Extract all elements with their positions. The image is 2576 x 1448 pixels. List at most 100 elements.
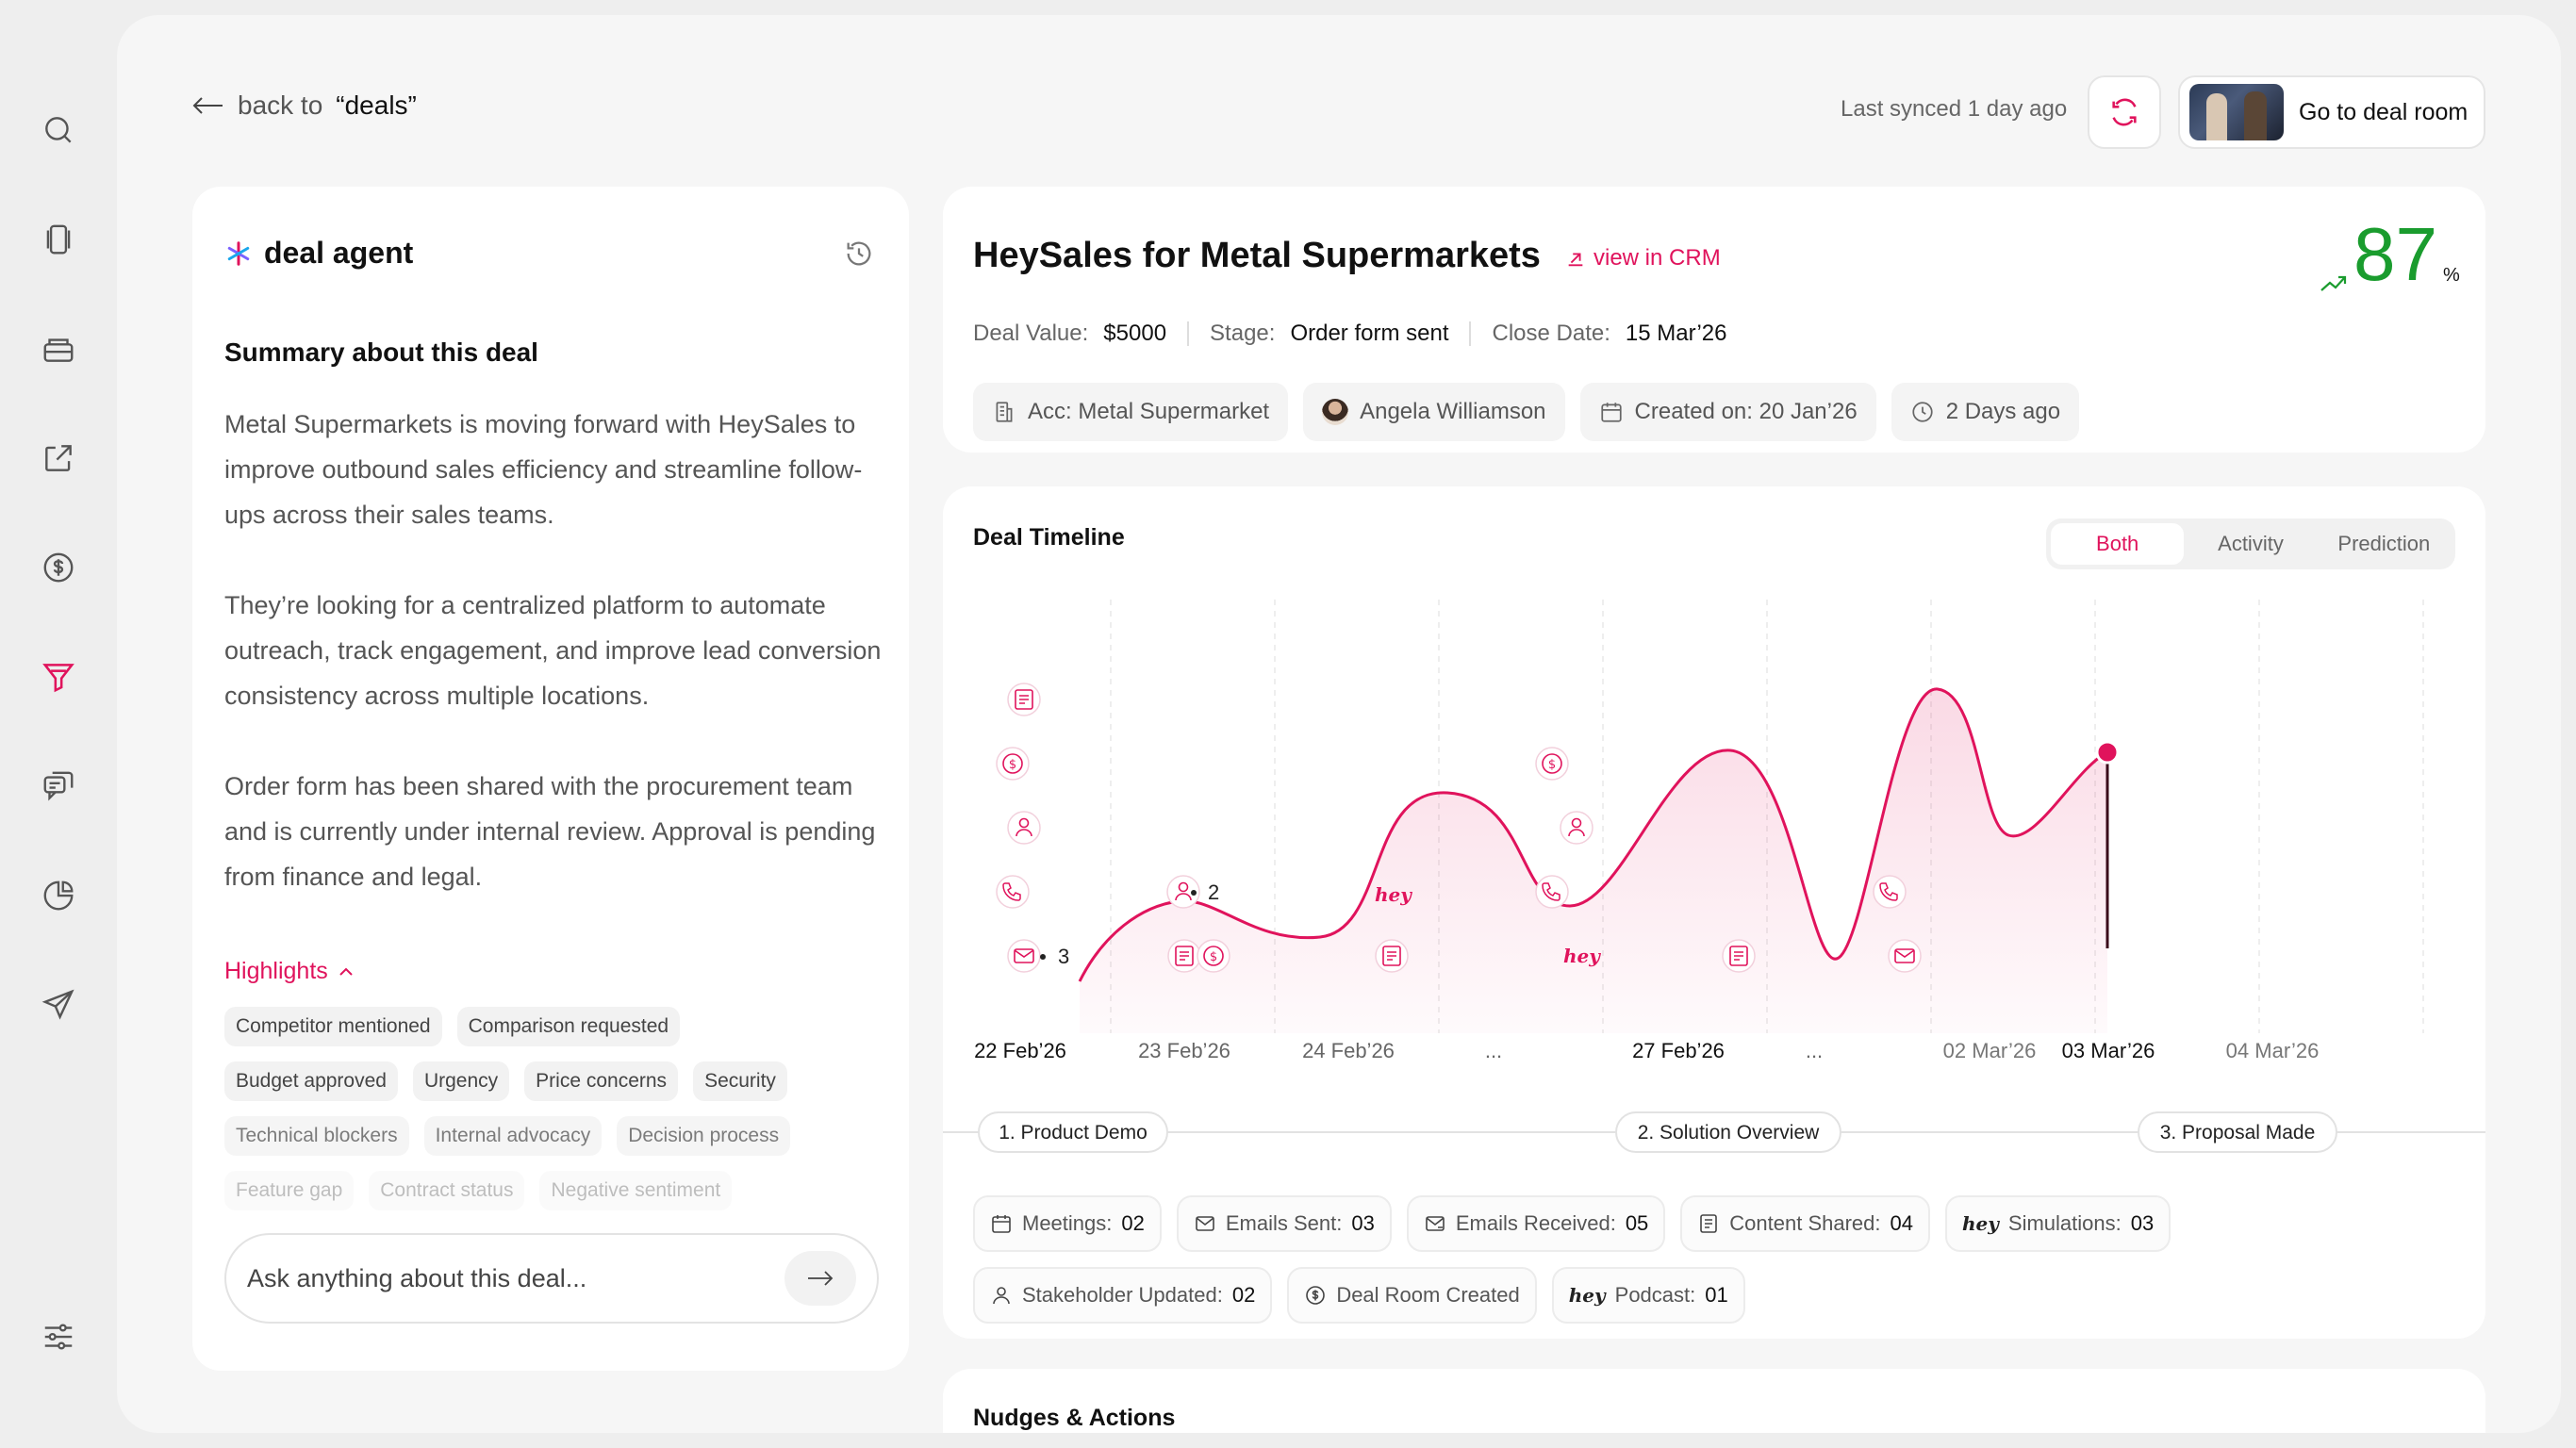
timeline-date[interactable]: 02 Mar’26 bbox=[1943, 1039, 2037, 1062]
share-icon[interactable] bbox=[36, 436, 81, 481]
timeline-date[interactable]: 27 Feb’26 bbox=[1632, 1039, 1725, 1062]
highlight-tag[interactable]: Competitor mentioned bbox=[224, 1007, 442, 1046]
history-icon[interactable] bbox=[843, 238, 875, 270]
timeline-date-ellipsis: ... bbox=[1806, 1039, 1823, 1062]
stat-podcast[interactable]: hey Podcast: 01 bbox=[1551, 1267, 1745, 1324]
timeline-date[interactable]: 22 Feb’26 bbox=[974, 1039, 1066, 1062]
account-chip-label: Acc: Metal Supermarket bbox=[1028, 399, 1270, 424]
created-chip-label: Created on: 20 Jan’26 bbox=[1634, 399, 1858, 424]
ask-send-button[interactable] bbox=[784, 1251, 856, 1306]
stage-label[interactable]: 3. Proposal Made bbox=[2160, 1122, 2316, 1144]
hey-activity-icon[interactable]: hey bbox=[1375, 883, 1412, 906]
cards-icon[interactable] bbox=[36, 217, 81, 262]
activity-person-icon[interactable] bbox=[1560, 811, 1593, 845]
highlight-tag[interactable]: Technical blockers bbox=[224, 1116, 409, 1156]
stat-content-shared[interactable]: Content Shared: 04 bbox=[1680, 1195, 1931, 1252]
stat-stakeholder-updated[interactable]: Stakeholder Updated: 02 bbox=[973, 1267, 1273, 1324]
hey-icon: hey bbox=[1568, 1284, 1606, 1307]
stat-value: 03 bbox=[2130, 1211, 2155, 1235]
highlight-tag[interactable]: Decision process bbox=[617, 1116, 791, 1156]
highlight-tag[interactable]: Negative sentiment bbox=[539, 1171, 733, 1210]
highlight-tag[interactable]: Security bbox=[693, 1061, 787, 1101]
highlight-tag[interactable]: Urgency bbox=[412, 1061, 510, 1101]
summary-paragraph: They’re looking for a centralized platfo… bbox=[224, 591, 882, 710]
activity-mail-icon[interactable] bbox=[1007, 939, 1041, 973]
activity-document-icon[interactable] bbox=[1375, 939, 1409, 973]
nudges-actions-card: Nudges & Actions bbox=[943, 1369, 2485, 1433]
deal-score-value: 87 bbox=[2353, 212, 2437, 296]
activity-person-icon[interactable] bbox=[1007, 811, 1041, 845]
stat-emails-received[interactable]: Emails Received: 05 bbox=[1406, 1195, 1666, 1252]
stage-label[interactable]: 2. Solution Overview bbox=[1638, 1122, 1820, 1144]
highlight-tag[interactable]: Budget approved bbox=[224, 1061, 398, 1101]
inbox-icon[interactable] bbox=[36, 326, 81, 371]
stat-value: 05 bbox=[1625, 1211, 1649, 1235]
sync-button[interactable] bbox=[2088, 75, 2161, 149]
activity-document-icon[interactable] bbox=[1007, 683, 1041, 716]
highlight-tag[interactable]: Internal advocacy bbox=[423, 1116, 603, 1156]
view-in-crm-link[interactable]: view in CRM bbox=[1565, 245, 1721, 272]
arrow-left-icon bbox=[192, 97, 223, 114]
funnel-icon[interactable] bbox=[36, 654, 81, 699]
activity-phone-icon[interactable] bbox=[1535, 875, 1569, 909]
arrow-right-icon bbox=[808, 1271, 834, 1286]
stat-emails-sent[interactable]: Emails Sent: 03 bbox=[1176, 1195, 1392, 1252]
dollar-icon bbox=[1306, 1286, 1326, 1305]
highlights-toggle[interactable]: Highlights bbox=[224, 958, 355, 985]
activity-dollar-icon[interactable] bbox=[1535, 747, 1569, 781]
ask-agent-input[interactable] bbox=[247, 1263, 775, 1293]
activity-phone-icon[interactable] bbox=[996, 875, 1030, 909]
timeline-date-ellipsis: ... bbox=[1485, 1039, 1502, 1062]
summary-paragraph: Metal Supermarkets is moving forward wit… bbox=[224, 410, 863, 529]
mail-sent-icon bbox=[1196, 1216, 1214, 1231]
highlight-tag[interactable]: Feature gap bbox=[224, 1171, 355, 1210]
dollar-icon[interactable] bbox=[36, 545, 81, 590]
highlight-tag[interactable]: Comparison requested bbox=[456, 1007, 681, 1046]
analytics-icon[interactable] bbox=[36, 873, 81, 918]
timeline-date-active[interactable]: 03 Mar’26 bbox=[2062, 1039, 2155, 1062]
timeline-date[interactable]: 04 Mar’26 bbox=[2226, 1039, 2320, 1062]
chat-icon[interactable] bbox=[36, 764, 81, 809]
timeline-date[interactable]: 23 Feb’26 bbox=[1138, 1039, 1230, 1062]
activity-dollar-icon[interactable] bbox=[996, 747, 1030, 781]
back-to-deals-link[interactable]: back to “deals” bbox=[192, 90, 417, 121]
deal-value: $5000 bbox=[1103, 321, 1167, 346]
send-icon[interactable] bbox=[36, 982, 81, 1028]
deal-title: HeySales for Metal Supermarkets bbox=[973, 236, 1541, 275]
deal-score-unit: % bbox=[2442, 265, 2460, 286]
main-window: back to “deals” Last synced 1 day ago Go… bbox=[117, 15, 2561, 1433]
deal-stage: Order form sent bbox=[1290, 321, 1449, 346]
stat-label: Podcast: bbox=[1614, 1283, 1696, 1307]
highlight-tag[interactable]: Price concerns bbox=[524, 1061, 679, 1101]
stat-label: Deal Room Created bbox=[1336, 1283, 1520, 1307]
deal-chips: Acc: Metal Supermarket Angela Williamson… bbox=[973, 383, 2080, 441]
go-to-deal-room-button[interactable]: Go to deal room bbox=[2178, 75, 2485, 149]
stat-meetings[interactable]: Meetings: 02 bbox=[973, 1195, 1162, 1252]
age-chip: 2 Days ago bbox=[1891, 383, 2080, 441]
owner-chip[interactable]: Angela Williamson bbox=[1303, 383, 1565, 441]
stat-value: 03 bbox=[1351, 1211, 1375, 1235]
ask-agent-box bbox=[224, 1233, 879, 1324]
activity-document-icon[interactable] bbox=[1167, 939, 1201, 973]
prediction-phone-icon[interactable] bbox=[1873, 875, 1907, 909]
activity-dollar-icon[interactable] bbox=[1197, 939, 1230, 973]
stage-label[interactable]: 1. Product Demo bbox=[999, 1122, 1148, 1144]
account-chip[interactable]: Acc: Metal Supermarket bbox=[973, 383, 1289, 441]
crm-link-label: view in CRM bbox=[1593, 245, 1721, 271]
highlight-tag[interactable]: Contract status bbox=[369, 1171, 525, 1210]
deal-stage-label: Stage: bbox=[1210, 321, 1276, 346]
stat-value: 04 bbox=[1890, 1211, 1914, 1235]
settings-sliders-icon[interactable] bbox=[36, 1314, 81, 1359]
stat-label: Simulations: bbox=[2007, 1211, 2122, 1235]
activity-document-icon[interactable] bbox=[1722, 939, 1756, 973]
activity-count: 2 bbox=[1208, 880, 1219, 904]
stat-label: Content Shared: bbox=[1729, 1211, 1881, 1235]
owner-avatar bbox=[1322, 399, 1349, 425]
external-link-icon bbox=[1568, 253, 1583, 267]
hey-activity-icon[interactable]: hey bbox=[1563, 945, 1601, 967]
search-icon[interactable] bbox=[36, 107, 81, 153]
timeline-date[interactable]: 24 Feb’26 bbox=[1302, 1039, 1395, 1062]
stat-deal-room-created[interactable]: Deal Room Created bbox=[1287, 1267, 1537, 1324]
prediction-mail-icon[interactable] bbox=[1888, 939, 1922, 973]
stat-simulations[interactable]: hey Simulations: 03 bbox=[1945, 1195, 2171, 1252]
